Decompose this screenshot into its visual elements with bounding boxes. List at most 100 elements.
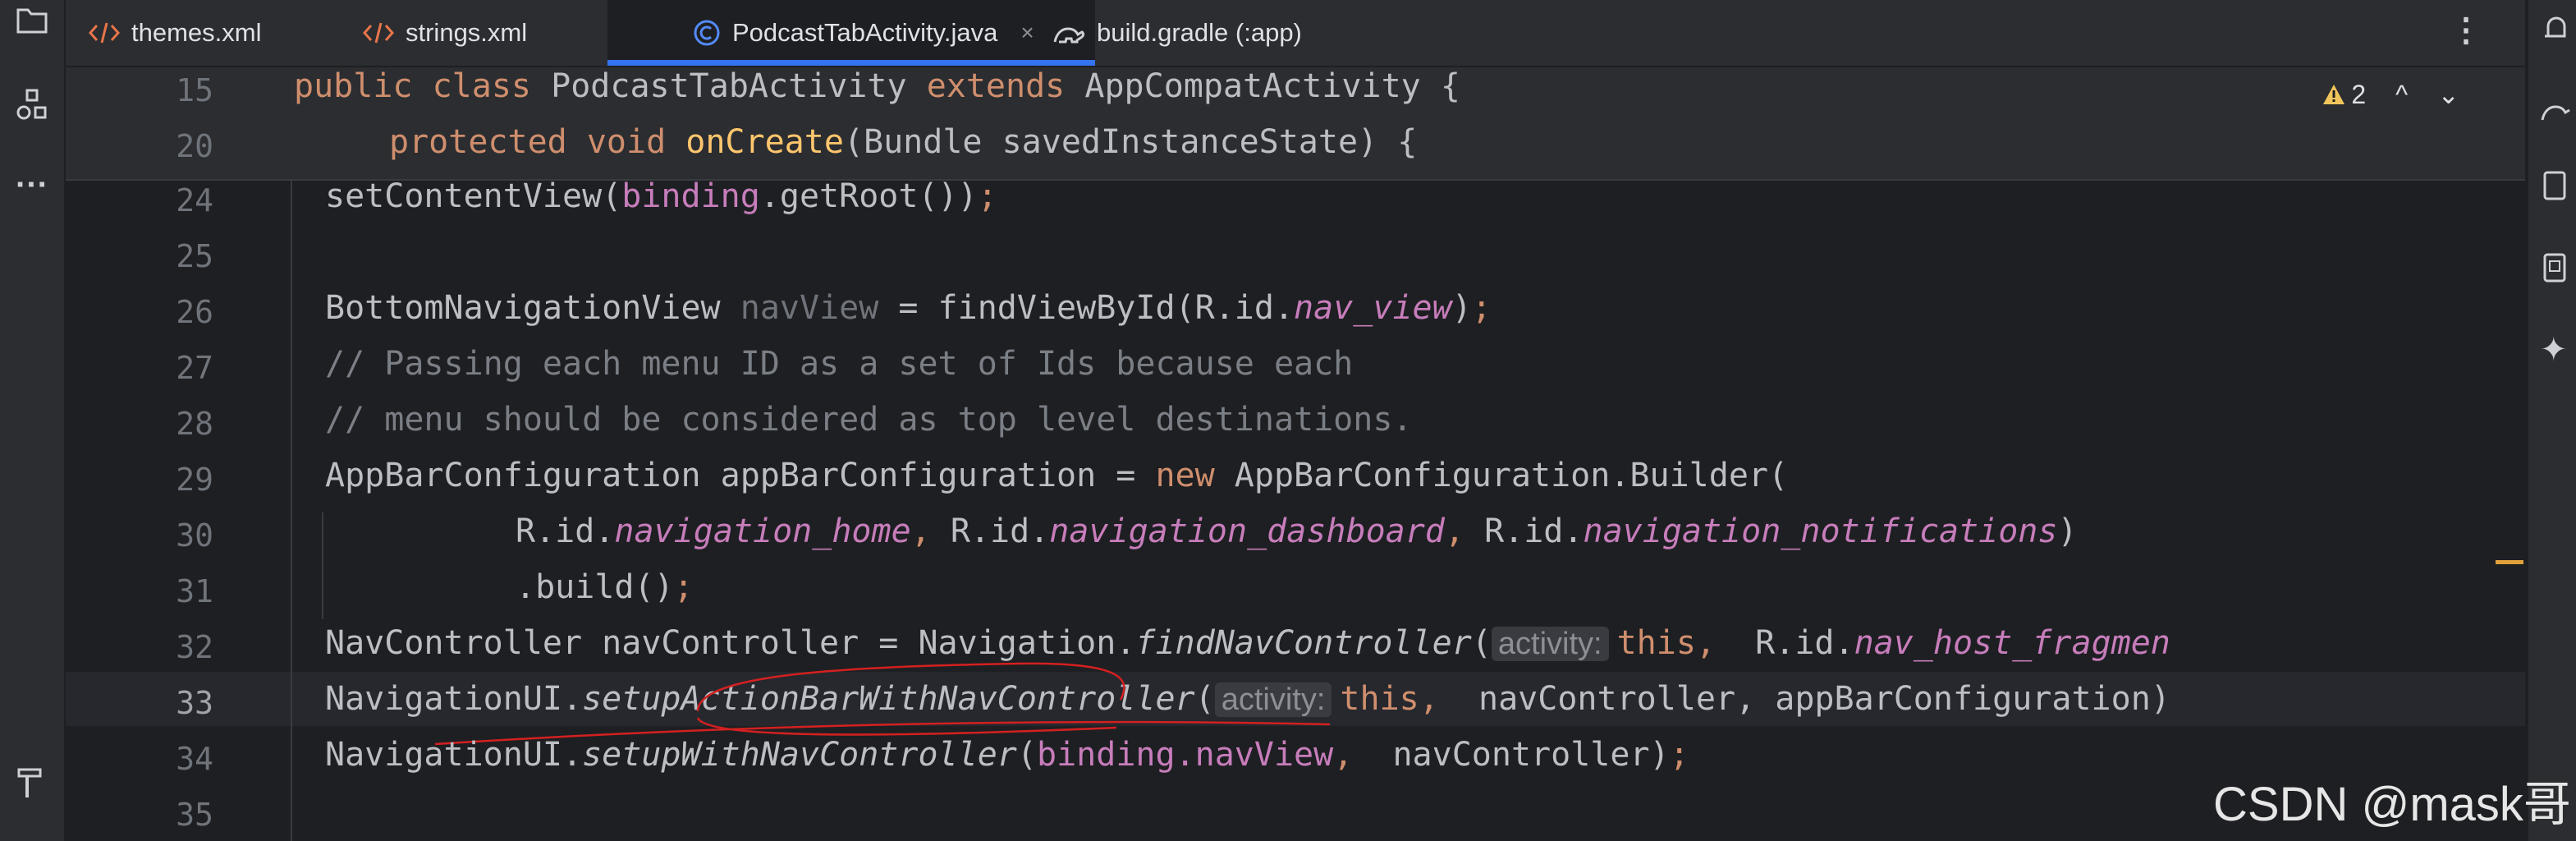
line-number: 34 xyxy=(176,741,213,777)
code-token: AppBarConfiguration.Builder( xyxy=(1214,457,1789,494)
structure-icon[interactable] xyxy=(3,76,61,133)
code-token: ; xyxy=(977,177,997,215)
line-number: 31 xyxy=(176,573,213,609)
code-token: ) xyxy=(1451,289,1472,327)
warning-icon xyxy=(2322,83,2346,106)
java-class-icon xyxy=(693,19,721,47)
line-number: 27 xyxy=(176,350,213,386)
indent-guide xyxy=(322,512,323,619)
code-token: NavigationUI. xyxy=(325,736,583,774)
code-token: ; xyxy=(1669,736,1689,774)
inspection-widget[interactable]: 2 ^ ⌄ xyxy=(2322,79,2459,110)
code-token: R.id. xyxy=(950,512,1050,550)
gemini-sparkle-icon[interactable]: ✦ xyxy=(2540,325,2576,375)
tab-strings-xml[interactable]: strings.xml xyxy=(363,0,626,66)
code-token: R.id. xyxy=(1735,624,1854,662)
left-tool-strip: ··· xyxy=(0,0,66,841)
tab-label: strings.xml xyxy=(406,18,528,47)
close-icon[interactable]: × xyxy=(1020,20,1034,46)
xml-icon xyxy=(363,21,394,45)
right-tool-strip: ✦ xyxy=(2527,0,2576,841)
code-editor[interactable]: 24 setContentView(binding.getRoot()); 25… xyxy=(66,67,2525,841)
code-line-31[interactable]: .build(); xyxy=(516,568,694,606)
tab-themes-xml[interactable]: themes.xml xyxy=(89,0,335,66)
parameter-hint: activity: xyxy=(1491,627,1609,661)
next-highlight-button[interactable]: ⌄ xyxy=(2437,79,2459,110)
project-folder-icon[interactable] xyxy=(3,0,61,49)
code-token: .navView xyxy=(1175,736,1334,774)
line-number: 30 xyxy=(176,517,213,554)
tab-label: build.gradle (:app) xyxy=(1097,18,1302,47)
device-manager-icon[interactable] xyxy=(2540,161,2576,210)
code-token: ; xyxy=(1471,289,1492,327)
code-token: setContentView( xyxy=(325,177,622,215)
code-token: navigation_dashboard xyxy=(1049,512,1445,550)
code-token: navigation_notifications xyxy=(1583,512,2058,550)
tabs-more-button[interactable]: ⋮ xyxy=(2450,10,2482,51)
code-token: AppCompatActivity { xyxy=(1084,67,1460,105)
line-number: 33 xyxy=(176,685,213,721)
gradle-icon xyxy=(1052,21,1085,45)
indent-guide xyxy=(291,179,292,841)
xml-icon xyxy=(89,21,120,45)
code-token: navController) xyxy=(1373,736,1670,774)
sticky-line-15[interactable]: public class PodcastTabActivity extends … xyxy=(294,67,1460,105)
code-token: .getRoot()) xyxy=(759,177,978,215)
comment-line-27[interactable]: // Passing each menu ID as a set of Ids … xyxy=(325,345,1353,383)
code-token: , xyxy=(910,512,951,550)
ide-window: ··· themes.xml strings.xml PodcastTabAct… xyxy=(0,0,2576,841)
tab-label: PodcastTabActivity.java xyxy=(732,18,998,47)
code-token: , xyxy=(1695,624,1736,662)
watermark-text: CSDN @mask哥 xyxy=(2213,778,2571,831)
code-line-26[interactable]: BottomNavigationView navView = findViewB… xyxy=(325,289,1492,327)
code-token: AppBarConfiguration appBarConfiguration … xyxy=(325,457,1156,494)
code-token: extends xyxy=(926,67,1066,105)
gradle-panel-icon[interactable] xyxy=(2540,85,2576,135)
code-line-34[interactable]: NavigationUI.setupWithNavController(bind… xyxy=(325,736,1689,774)
code-token: R.id. xyxy=(516,512,615,550)
code-token: navView xyxy=(740,289,879,327)
notifications-bell-icon[interactable] xyxy=(2540,3,2576,53)
scrollbar-warning-marker[interactable] xyxy=(2496,560,2523,564)
line-number: 24 xyxy=(176,182,213,218)
code-token: ) xyxy=(2057,512,2078,550)
running-devices-icon[interactable] xyxy=(2540,243,2576,292)
code-token: (Bundle savedInstanceState) { xyxy=(843,123,1418,161)
comment-line-28[interactable]: // menu should be considered as top leve… xyxy=(325,401,1413,439)
previous-highlight-button[interactable]: ^ xyxy=(2395,80,2408,110)
tab-build-gradle[interactable]: build.gradle (:app) xyxy=(1052,0,1397,66)
code-token: R.id. xyxy=(1484,512,1584,550)
line-number: 32 xyxy=(176,629,213,665)
line-number: 28 xyxy=(176,406,213,442)
code-token: ( xyxy=(1471,624,1492,662)
line-number: 20 xyxy=(176,128,213,164)
more-tools-icon[interactable]: ··· xyxy=(3,156,61,214)
code-token: navController, appBarConfiguration) xyxy=(1458,680,2170,718)
code-token: onCreate xyxy=(685,123,844,161)
code-token: .build() xyxy=(516,568,674,606)
code-line-29[interactable]: AppBarConfiguration appBarConfiguration … xyxy=(325,457,1788,494)
code-line-24[interactable]: setContentView(binding.getRoot()); xyxy=(325,177,997,215)
build-hammer-icon[interactable] xyxy=(3,754,61,811)
warning-count: 2 xyxy=(2351,79,2367,109)
code-token: = findViewById(R.id. xyxy=(878,289,1295,327)
code-token: ; xyxy=(673,568,694,606)
code-token: PodcastTabActivity xyxy=(551,67,907,105)
sticky-line-20[interactable]: protected void onCreate(Bundle savedInst… xyxy=(389,123,1417,161)
code-token: nav_view xyxy=(1294,289,1452,327)
code-line-30[interactable]: R.id.navigation_home, R.id.navigation_da… xyxy=(516,512,2078,550)
code-token: protected xyxy=(389,123,567,161)
code-token: binding xyxy=(1036,736,1176,774)
line-number: 26 xyxy=(176,294,213,330)
tab-label: themes.xml xyxy=(131,18,262,47)
code-token: , xyxy=(1333,736,1373,774)
line-number: 35 xyxy=(176,797,213,833)
line-number: 29 xyxy=(176,462,213,498)
sticky-scroll-header[interactable]: 15 public class PodcastTabActivity exten… xyxy=(66,67,2525,181)
code-token: public xyxy=(294,67,413,105)
code-token: , xyxy=(1444,512,1485,550)
code-token: new xyxy=(1155,457,1215,494)
code-token: class xyxy=(432,67,532,105)
tab-podcast-tab-activity[interactable]: PodcastTabActivity.java × xyxy=(607,0,1095,66)
line-number: 15 xyxy=(176,72,213,108)
